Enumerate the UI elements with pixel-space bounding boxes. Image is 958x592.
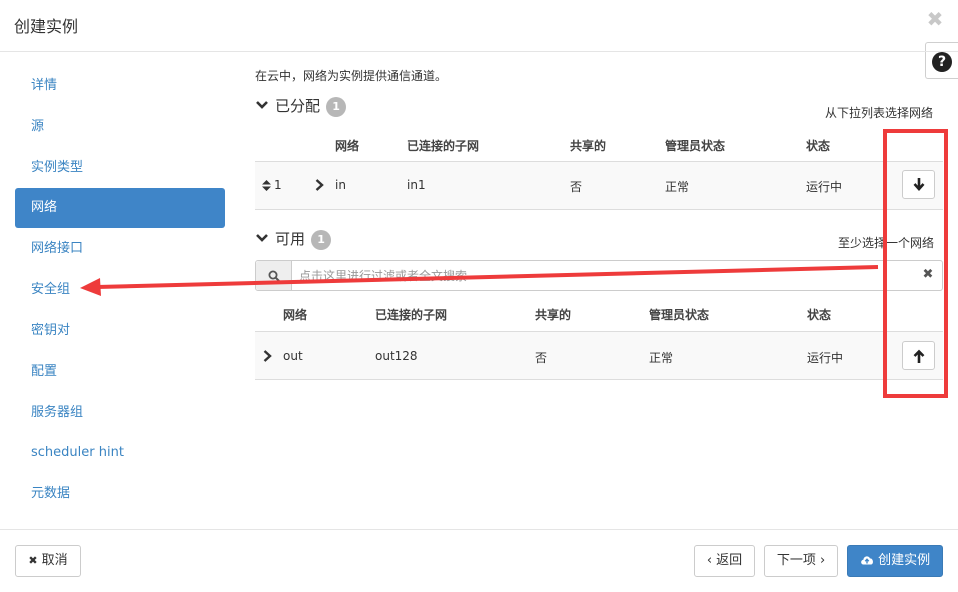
available-col-admin-state[interactable]: 管理员状态 [649,306,709,323]
available-col-status[interactable]: 状态 [807,306,831,323]
allocated-network-name: in [335,178,346,192]
cloud-upload-icon [861,556,873,565]
allocated-admin-state: 正常 [665,180,690,194]
sort-icon[interactable] [262,180,271,191]
chevron-right-icon[interactable] [263,350,272,362]
sidebar-item-flavor[interactable]: 实例类型 [15,148,225,188]
search-input[interactable] [293,261,893,290]
available-shared: 否 [535,351,548,365]
available-count-badge: 1 [311,230,332,250]
cancel-label: 取消 [41,553,68,568]
available-section-header[interactable]: 可用 1 [255,228,332,250]
allocated-row-divider [255,209,943,210]
next-button[interactable]: 下一项 › [764,545,838,577]
available-network-name: out [283,349,303,363]
allocated-col-subnets[interactable]: 已连接的子网 [407,137,479,154]
close-icon: ✖ [28,554,38,567]
close-icon[interactable]: ✖ [925,9,945,29]
available-col-subnets[interactable]: 已连接的子网 [375,306,447,323]
search-icon [268,270,280,282]
back-button[interactable]: ‹ 返回 [694,545,755,577]
allocated-hint: 从下拉列表选择网络 [825,106,934,120]
sidebar-item-source[interactable]: 源 [15,107,225,147]
available-subnet: out128 [375,349,418,363]
allocated-col-network[interactable]: 网络 [335,137,359,154]
allocated-status: 运行中 [806,180,843,194]
table-row: out out128 否 正常 运行中 [255,332,943,379]
available-row-divider [255,379,943,380]
question-circle-icon: ? [932,52,952,72]
sidebar-item-details[interactable]: 详情 [15,66,225,106]
filter-search-box: ✖ [255,260,943,291]
allocated-order: 1 [274,178,282,192]
sidebar-item-security-groups[interactable]: 安全组 [15,270,225,310]
table-row: 1 in in1 否 正常 运行中 [255,162,943,209]
help-text: 在云中，网络为实例提供通信通道。 [255,69,448,83]
cancel-button[interactable]: ✖ 取消 [15,545,81,577]
allocated-col-shared[interactable]: 共享的 [570,137,606,154]
footer-divider [0,529,958,530]
available-status: 运行中 [807,351,844,365]
allocated-col-status[interactable]: 状态 [806,137,830,154]
allocated-shared: 否 [570,180,583,194]
allocated-title: 已分配 [275,97,321,115]
chevron-down-icon [256,101,268,109]
allocated-col-admin-state[interactable]: 管理员状态 [665,137,725,154]
available-col-network[interactable]: 网络 [283,306,307,323]
sidebar-item-networks[interactable]: 网络 [15,188,225,228]
sidebar-item-network-ports[interactable]: 网络接口 [15,229,225,269]
chevron-right-icon[interactable] [315,179,324,191]
create-instance-button[interactable]: 创建实例 [847,545,943,577]
chevron-down-icon [256,234,268,242]
sidebar-item-key-pair[interactable]: 密钥对 [15,311,225,351]
sidebar-item-metadata[interactable]: 元数据 [15,474,225,514]
help-button[interactable]: ? [925,42,958,79]
allocated-section-header[interactable]: 已分配 1 [255,95,347,117]
search-addon [256,261,292,290]
sidebar-item-configuration[interactable]: 配置 [15,352,225,392]
sidebar-item-server-groups[interactable]: 服务器组 [15,393,225,433]
create-instance-label: 创建实例 [878,553,931,568]
modal-title: 创建实例 [14,17,79,36]
allocated-count-badge: 1 [326,97,347,117]
available-title: 可用 [275,230,306,248]
header-divider [0,51,958,52]
annotation-highlight-box [883,129,948,398]
sidebar-item-scheduler-hint[interactable]: scheduler hint [15,433,225,473]
allocated-subnet: in1 [407,178,426,192]
available-col-shared[interactable]: 共享的 [535,306,571,323]
available-admin-state: 正常 [649,351,674,365]
